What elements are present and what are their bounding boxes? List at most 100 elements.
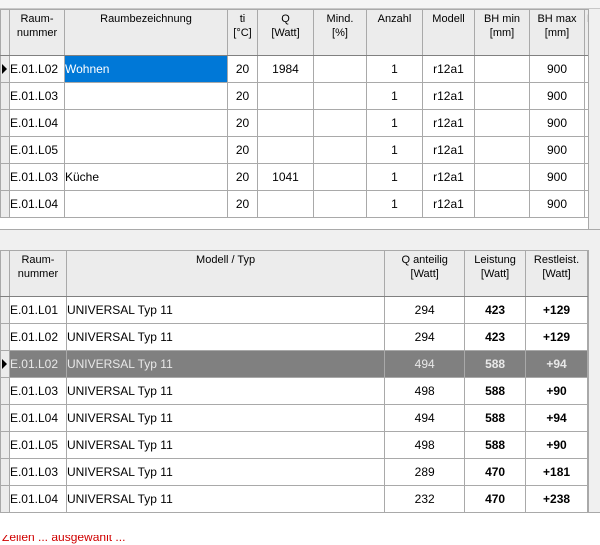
table-row[interactable]: E.01.L03 UNIVERSAL Typ 11 289 470 +181: [0, 458, 600, 486]
cell-bh-min[interactable]: [474, 163, 530, 191]
table-row[interactable]: E.01.L01 UNIVERSAL Typ 11 294 423 +129: [0, 296, 600, 324]
cell-anzahl[interactable]: 1: [366, 82, 423, 110]
cell-modell-typ[interactable]: UNIVERSAL Typ 11: [65, 404, 386, 432]
cell-raumnummer[interactable]: E.01.L03: [9, 163, 65, 191]
cell-q-anteilig[interactable]: 232: [384, 485, 466, 513]
col-header-restleist[interactable]: Restleist. [Watt]: [525, 250, 588, 297]
col-header-modell-typ[interactable]: Modell / Typ: [65, 250, 386, 297]
table-row[interactable]: E.01.L03 UNIVERSAL Typ 11 498 588 +90: [0, 377, 600, 405]
cell-leistung[interactable]: 588: [464, 431, 527, 459]
cell-bh-max[interactable]: 900: [529, 163, 585, 191]
cell-raumbezeichnung[interactable]: Küche: [64, 163, 228, 191]
cell-q-anteilig[interactable]: 494: [384, 350, 466, 378]
col-header-leistung[interactable]: Leistung [Watt]: [464, 250, 527, 297]
cell-ti[interactable]: 20: [227, 109, 258, 137]
cell-raumbezeichnung[interactable]: [64, 190, 228, 218]
table-row[interactable]: E.01.L02 UNIVERSAL Typ 11 294 423 +129: [0, 323, 600, 351]
cell-mind[interactable]: [313, 163, 367, 191]
splitter[interactable]: [0, 229, 600, 250]
cell-restleist[interactable]: +90: [525, 431, 588, 459]
row-indicator[interactable]: [0, 377, 10, 405]
table-row[interactable]: E.01.L04 UNIVERSAL Typ 11 494 588 +94: [0, 404, 600, 432]
cell-raumbezeichnung[interactable]: [64, 82, 228, 110]
col-header-anzahl[interactable]: Anzahl: [366, 9, 423, 56]
cell-modell-typ[interactable]: UNIVERSAL Typ 11: [65, 431, 386, 459]
col-header-q-anteilig[interactable]: Q anteilig [Watt]: [384, 250, 466, 297]
table-row[interactable]: E.01.L03 20 1 r12a1 900: [0, 82, 597, 110]
cell-mind[interactable]: [313, 109, 367, 137]
cell-raumnummer[interactable]: E.01.L04: [8, 485, 67, 513]
cell-raumnummer[interactable]: E.01.L02: [8, 323, 67, 351]
cell-q-anteilig[interactable]: 289: [384, 458, 466, 486]
row-indicator[interactable]: [0, 109, 10, 137]
table-row[interactable]: E.01.L02 Wohnen 20 1984 1 r12a1 900: [0, 55, 597, 83]
row-indicator[interactable]: [0, 323, 10, 351]
row-indicator[interactable]: [0, 190, 10, 218]
cell-restleist[interactable]: +238: [525, 485, 588, 513]
cell-bh-max[interactable]: 900: [529, 136, 585, 164]
cell-anzahl[interactable]: 1: [366, 136, 423, 164]
cell-q-anteilig[interactable]: 294: [384, 296, 466, 324]
cell-modell-typ[interactable]: UNIVERSAL Typ 11: [65, 296, 386, 324]
cell-mind[interactable]: [313, 82, 367, 110]
cell-q[interactable]: [257, 82, 314, 110]
cell-q-anteilig[interactable]: 294: [384, 323, 466, 351]
cell-q-anteilig[interactable]: 498: [384, 377, 466, 405]
cell-raumnummer[interactable]: E.01.L03: [9, 82, 65, 110]
table-row[interactable]: E.01.L04 20 1 r12a1 900: [0, 190, 597, 218]
cell-leistung[interactable]: 588: [464, 350, 527, 378]
col-header-raumbezeichnung[interactable]: Raumbezeichnung: [64, 9, 228, 56]
cell-modell-typ[interactable]: UNIVERSAL Typ 11: [65, 485, 386, 513]
row-indicator[interactable]: [0, 55, 10, 83]
cell-leistung[interactable]: 588: [464, 377, 527, 405]
cell-ti[interactable]: 20: [227, 163, 258, 191]
cell-q[interactable]: 1041: [257, 163, 314, 191]
cell-modell-typ[interactable]: UNIVERSAL Typ 11: [65, 350, 386, 378]
cell-q[interactable]: 1984: [257, 55, 314, 83]
cell-raumnummer[interactable]: E.01.L03: [8, 377, 67, 405]
cell-mind[interactable]: [313, 190, 367, 218]
cell-restleist[interactable]: +94: [525, 350, 588, 378]
cell-restleist[interactable]: +94: [525, 404, 588, 432]
table-row[interactable]: E.01.L04 20 1 r12a1 900: [0, 109, 597, 137]
cell-modell[interactable]: r12a1: [422, 190, 475, 218]
cell-modell-typ[interactable]: UNIVERSAL Typ 11: [65, 377, 386, 405]
cell-bh-min[interactable]: [474, 82, 530, 110]
cell-anzahl[interactable]: 1: [366, 163, 423, 191]
cell-anzahl[interactable]: 1: [366, 109, 423, 137]
table-row[interactable]: E.01.L05 20 1 r12a1 900: [0, 136, 597, 164]
cell-bh-min[interactable]: [474, 190, 530, 218]
cell-raumnummer[interactable]: E.01.L03: [8, 458, 67, 486]
cell-leistung[interactable]: 588: [464, 404, 527, 432]
cell-bh-max[interactable]: 900: [529, 82, 585, 110]
cell-q[interactable]: [257, 136, 314, 164]
cell-modell[interactable]: r12a1: [422, 136, 475, 164]
table-row-selected[interactable]: E.01.L02 UNIVERSAL Typ 11 494 588 +94: [0, 350, 600, 378]
cell-mind[interactable]: [313, 136, 367, 164]
cell-bh-min[interactable]: [474, 55, 530, 83]
cell-q-anteilig[interactable]: 494: [384, 404, 466, 432]
cell-modell[interactable]: r12a1: [422, 163, 475, 191]
col-header-raumnummer[interactable]: Raum- nummer: [9, 9, 65, 56]
cell-q[interactable]: [257, 190, 314, 218]
vertical-scrollbar[interactable]: [588, 250, 600, 512]
cell-mind[interactable]: [313, 55, 367, 83]
cell-leistung[interactable]: 423: [464, 296, 527, 324]
cell-raumbezeichnung-editing[interactable]: Wohnen: [64, 55, 228, 83]
cell-anzahl[interactable]: 1: [366, 190, 423, 218]
col-header-q[interactable]: Q [Watt]: [257, 9, 314, 56]
table-row[interactable]: E.01.L03 Küche 20 1041 1 r12a1 900: [0, 163, 597, 191]
cell-ti[interactable]: 20: [227, 55, 258, 83]
table-row[interactable]: E.01.L04 UNIVERSAL Typ 11 232 470 +238: [0, 485, 600, 513]
col-header-modell[interactable]: Modell: [422, 9, 475, 56]
cell-bh-min[interactable]: [474, 136, 530, 164]
cell-q-anteilig[interactable]: 498: [384, 431, 466, 459]
cell-ti[interactable]: 20: [227, 190, 258, 218]
cell-leistung[interactable]: 423: [464, 323, 527, 351]
cell-modell[interactable]: r12a1: [422, 82, 475, 110]
cell-modell-typ[interactable]: UNIVERSAL Typ 11: [65, 458, 386, 486]
cell-raumnummer[interactable]: E.01.L04: [8, 404, 67, 432]
row-indicator[interactable]: [0, 458, 10, 486]
cell-raumbezeichnung[interactable]: [64, 109, 228, 137]
cell-modell[interactable]: r12a1: [422, 55, 475, 83]
